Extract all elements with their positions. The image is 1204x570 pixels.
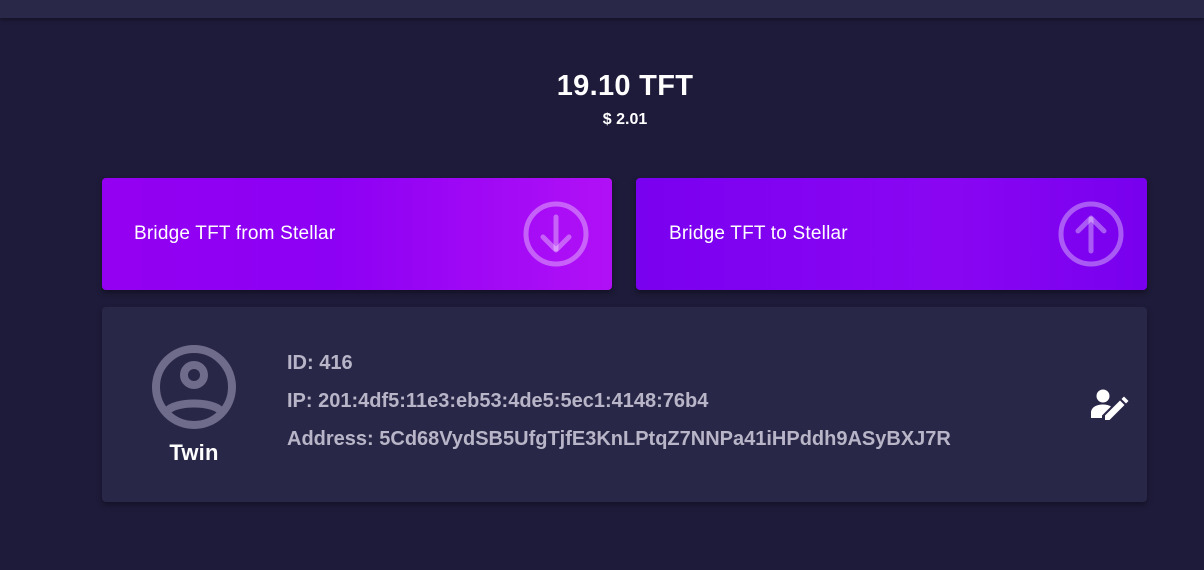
account-circle-icon [152,345,236,429]
bridge-to-stellar-label: Bridge TFT to Stellar [669,223,848,244]
account-edit-icon[interactable] [1089,387,1129,423]
top-app-bar [0,0,1204,18]
tft-balance: 19.10 TFT [556,70,694,102]
twin-details: ID: 416 IP: 201:4df5:11e3:eb53:4de5:5ec1… [287,349,951,463]
twin-address: Address: 5Cd68VydSB5UfgTjfE3KnLPtqZ7NNPa… [287,428,951,450]
balance-summary: 19.10 TFT $ 2.01 [0,68,1204,130]
arrow-up-circle-icon [1058,201,1124,267]
bridge-from-stellar-button[interactable]: Bridge TFT from Stellar [102,178,612,290]
usd-balance: $ 2.01 [602,111,648,128]
twin-ip: IP: 201:4df5:11e3:eb53:4de5:5ec1:4148:76… [287,390,709,412]
twin-label: Twin [169,440,219,465]
twin-id: ID: 416 [287,352,353,374]
twin-card: Twin ID: 416 IP: 201:4df5:11e3:eb53:4de5… [102,307,1147,502]
arrow-down-circle-icon [523,201,589,267]
bridge-to-stellar-button[interactable]: Bridge TFT to Stellar [636,178,1147,290]
bridge-from-stellar-label: Bridge TFT from Stellar [134,223,336,244]
